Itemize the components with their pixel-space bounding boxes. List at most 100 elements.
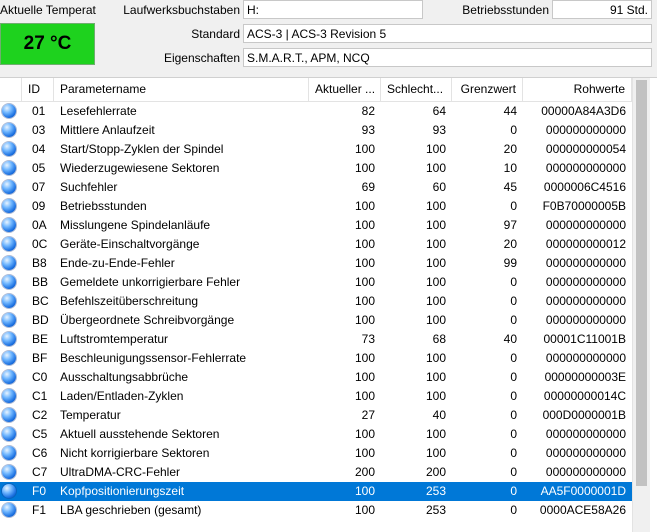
table-row[interactable]: F1 LBA geschrieben (gesamt) 100 253 0 0000ACE… <box>0 501 632 520</box>
cell-worst: 100 <box>425 218 446 232</box>
standard-label: Standard <box>191 27 240 41</box>
cell-current: 100 <box>354 351 375 365</box>
status-dot-icon <box>2 313 16 327</box>
cell-threshold: 0 <box>510 465 517 479</box>
cell-name: Ende-zu-Ende-Fehler <box>60 256 175 270</box>
cell-id: 04 <box>32 142 46 156</box>
cell-raw: 000000000054 <box>545 142 626 156</box>
cell-name: Beschleunigungssensor-Fehlerrate <box>60 351 247 365</box>
cell-id: 05 <box>32 161 46 175</box>
table-row[interactable]: F0 Kopfpositionierungszeit 100 253 0 AA5F0000… <box>0 482 632 501</box>
cell-current: 100 <box>354 446 375 460</box>
cell-id: C7 <box>32 465 48 479</box>
cell-threshold: 40 <box>503 332 517 346</box>
table-row[interactable]: 0A Misslungene Spindelanläufe 100 100 97 0000… <box>0 216 632 235</box>
cell-worst: 93 <box>432 123 446 137</box>
cell-name: Temperatur <box>60 408 121 422</box>
table-row[interactable]: BE Luftstromtemperatur 73 68 40 00001C11001B <box>0 330 632 349</box>
col-header-worst[interactable]: Schlecht... <box>381 78 452 101</box>
cell-worst: 253 <box>425 484 446 498</box>
cell-id: 03 <box>32 123 46 137</box>
cell-id: C6 <box>32 446 48 460</box>
table-row[interactable]: 07 Suchfehler 69 60 45 0000006C4516 <box>0 178 632 197</box>
table-row[interactable]: 03 Mittlere Anlaufzeit 93 93 0 000000000000 <box>0 121 632 140</box>
table-row[interactable]: 01 Lesefehlerrate 82 64 44 00000A84A3D6 <box>0 102 632 121</box>
cell-current: 69 <box>361 180 375 194</box>
status-dot-icon <box>2 275 16 289</box>
table-row[interactable]: 05 Wiederzugewiesene Sektoren 100 100 10 0000… <box>0 159 632 178</box>
cell-worst: 253 <box>425 503 446 517</box>
status-dot-icon <box>2 218 16 232</box>
cell-id: BE <box>32 332 49 346</box>
cell-name: Misslungene Spindelanläufe <box>60 218 211 232</box>
cell-name: UltraDMA-CRC-Fehler <box>60 465 181 479</box>
smart-table[interactable]: ID Parametername Aktueller ... Schlecht.… <box>0 77 657 532</box>
cell-raw: 000D0000001B <box>542 408 626 422</box>
cell-raw: 00000000003E <box>544 370 626 384</box>
col-header-status[interactable] <box>0 78 22 101</box>
status-dot-icon <box>2 389 16 403</box>
cell-name: Laden/Entladen-Zyklen <box>60 389 184 403</box>
cell-raw: 000000000000 <box>545 294 626 308</box>
table-row[interactable]: C2 Temperatur 27 40 0 000D0000001B <box>0 406 632 425</box>
status-dot-icon <box>2 503 16 517</box>
cell-worst: 60 <box>432 180 446 194</box>
cell-threshold: 20 <box>503 237 517 251</box>
cell-threshold: 0 <box>510 199 517 213</box>
status-dot-icon <box>2 427 16 441</box>
table-row[interactable]: C7 UltraDMA-CRC-Fehler 200 200 0 000000000000 <box>0 463 632 482</box>
cell-id: BF <box>32 351 48 365</box>
cell-name: Kopfpositionierungszeit <box>60 484 185 498</box>
cell-threshold: 0 <box>510 370 517 384</box>
cell-raw: 00000000014C <box>543 389 626 403</box>
table-row[interactable]: 04 Start/Stopp-Zyklen der Spindel 100 100 20… <box>0 140 632 159</box>
cell-id: 0C <box>32 237 48 251</box>
standard-field: ACS-3 | ACS-3 Revision 5 <box>243 24 652 43</box>
cell-name: Befehlszeitüberschreitung <box>60 294 199 308</box>
table-row[interactable]: BF Beschleunigungssensor-Fehlerrate 100 100… <box>0 349 632 368</box>
cell-threshold: 20 <box>503 142 517 156</box>
cell-threshold: 0 <box>510 294 517 308</box>
cell-raw: 000000000000 <box>545 351 626 365</box>
col-header-current[interactable]: Aktueller ... <box>309 78 381 101</box>
status-dot-icon <box>2 332 16 346</box>
cell-id: 07 <box>32 180 46 194</box>
cell-name: Wiederzugewiesene Sektoren <box>60 161 220 175</box>
cell-worst: 100 <box>425 256 446 270</box>
cell-raw: 0000006C4516 <box>543 180 626 194</box>
operating-hours-label: Betriebsstunden <box>462 3 549 17</box>
drive-letter-label: Laufwerksbuchstaben <box>123 3 240 17</box>
table-row[interactable]: C6 Nicht korrigierbare Sektoren 100 100 0 000… <box>0 444 632 463</box>
temperature-label: Aktuelle Temperat <box>0 3 96 17</box>
table-row[interactable]: C5 Aktuell ausstehende Sektoren 100 100 0 000… <box>0 425 632 444</box>
table-row[interactable]: C1 Laden/Entladen-Zyklen 100 100 0 0000000001… <box>0 387 632 406</box>
table-row[interactable]: BB Gemeldete unkorrigierbare Fehler 100 100… <box>0 273 632 292</box>
cell-raw: 000000000000 <box>545 123 626 137</box>
cell-raw: 000000000000 <box>545 218 626 232</box>
vertical-scrollbar[interactable] <box>632 78 650 532</box>
table-row[interactable]: BD Übergeordnete Schreibvorgänge 100 100 0 00… <box>0 311 632 330</box>
col-header-raw[interactable]: Rohwerte <box>523 78 632 101</box>
cell-worst: 100 <box>425 351 446 365</box>
status-dot-icon <box>2 142 16 156</box>
scrollbar-thumb[interactable] <box>636 80 647 486</box>
cell-raw: 000000000000 <box>545 256 626 270</box>
cell-worst: 100 <box>425 370 446 384</box>
table-row[interactable]: C0 Ausschaltungsabbrüche 100 100 0 0000000000… <box>0 368 632 387</box>
table-row[interactable]: 0C Geräte-Einschaltvorgänge 100 100 20 000000… <box>0 235 632 254</box>
cell-threshold: 0 <box>510 123 517 137</box>
cell-threshold: 0 <box>510 427 517 441</box>
cell-threshold: 0 <box>510 408 517 422</box>
table-row[interactable]: B8 Ende-zu-Ende-Fehler 100 100 99 00000000000… <box>0 254 632 273</box>
cell-name: Nicht korrigierbare Sektoren <box>60 446 210 460</box>
col-header-name[interactable]: Parametername <box>54 78 309 101</box>
cell-id: C2 <box>32 408 48 422</box>
status-dot-icon <box>2 465 16 479</box>
col-header-threshold[interactable]: Grenzwert <box>452 78 523 101</box>
cell-threshold: 45 <box>503 180 517 194</box>
col-header-id[interactable]: ID <box>22 78 54 101</box>
table-row[interactable]: BC Befehlszeitüberschreitung 100 100 0 000000… <box>0 292 632 311</box>
cell-name: Ausschaltungsabbrüche <box>60 370 189 384</box>
status-dot-icon <box>2 256 16 270</box>
table-row[interactable]: 09 Betriebsstunden 100 100 0 F0B70000005B <box>0 197 632 216</box>
